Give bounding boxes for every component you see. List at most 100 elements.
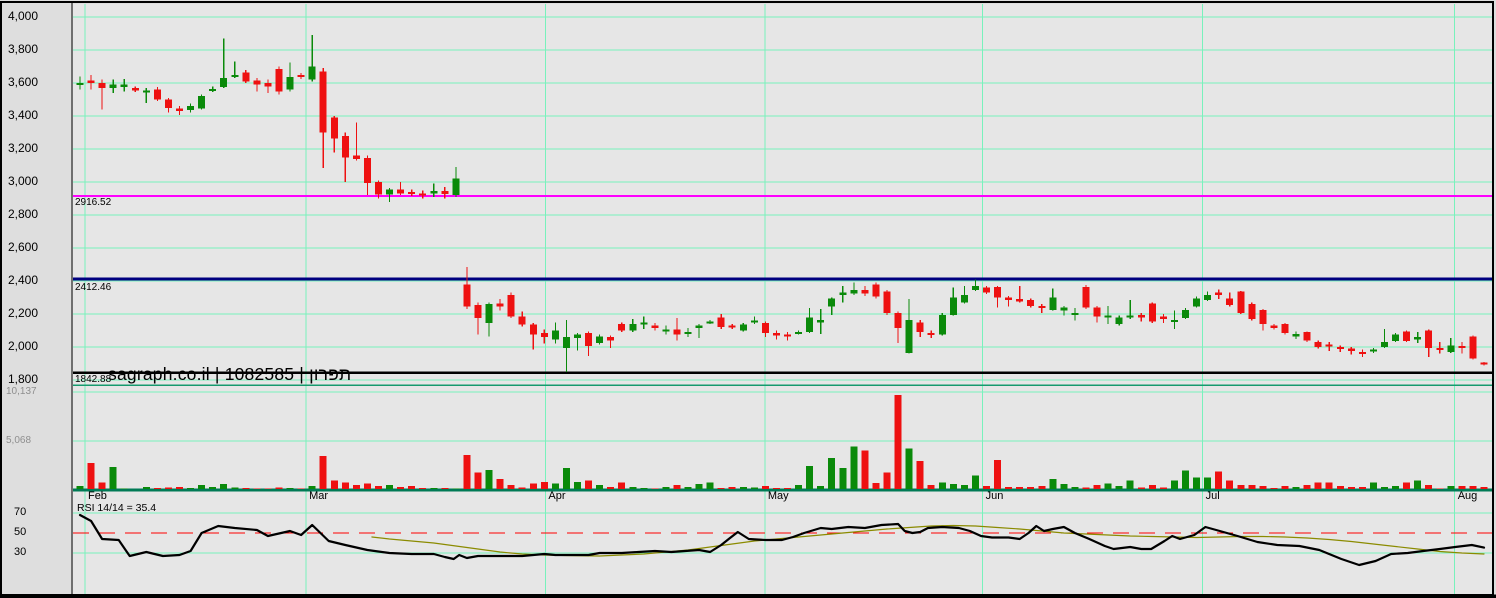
volume-bar [1480, 486, 1488, 489]
candle-body [1480, 362, 1488, 365]
candle-body [363, 158, 371, 183]
hline-value-label-2412: 2412.46 [75, 282, 112, 293]
volume-bar [994, 460, 1002, 489]
volume-bar [1270, 488, 1278, 489]
candle-body [275, 68, 283, 92]
candle-body [551, 330, 559, 340]
candle-body [1325, 344, 1333, 347]
volume-bar [286, 488, 294, 489]
candle-body [220, 78, 228, 88]
volume-bar [1469, 486, 1477, 489]
candle-body [662, 329, 670, 332]
price-axis-label-1: 3,800 [8, 42, 39, 56]
volume-bar [1392, 486, 1400, 489]
candle-body [131, 87, 139, 91]
volume-bar [1314, 482, 1322, 489]
volume-bar [518, 487, 526, 489]
volume-bar [1226, 480, 1234, 489]
candle-body [242, 72, 250, 82]
candle-body [1060, 307, 1068, 311]
volume-bar [629, 486, 637, 489]
candle-body [684, 332, 692, 335]
candle-body [540, 332, 548, 338]
volume-bar [1281, 486, 1289, 489]
volume-bar [87, 462, 95, 489]
volume-bar [695, 484, 703, 489]
candle-body [1358, 351, 1366, 354]
volume-axis-label-0: 10,137 [6, 385, 37, 397]
volume-bar [1082, 487, 1090, 489]
volume-axis-label-1: 5,068 [6, 435, 32, 446]
candle-body [1414, 337, 1422, 340]
volume-bar [1436, 488, 1444, 489]
candle-body [607, 337, 615, 341]
candle-body [308, 66, 316, 80]
candle-body [1347, 348, 1355, 352]
volume-bar [806, 465, 814, 489]
price-axis-label-0: 4,000 [8, 9, 39, 23]
volume-bar [529, 483, 537, 489]
volume-bar [1369, 482, 1377, 489]
month-label-jun: Jun [985, 490, 1004, 502]
volume-bar [1038, 486, 1046, 489]
volume-bar [905, 448, 913, 489]
candle-body [341, 135, 349, 158]
candle-body [828, 298, 836, 307]
price-axis-label-10: 2,000 [8, 339, 39, 353]
volume-bar [983, 486, 991, 489]
price-axis-label-3: 3,400 [8, 108, 39, 122]
candle-body [806, 317, 814, 333]
candle-body [1148, 303, 1156, 322]
candle-body [562, 337, 570, 348]
candle-body [1259, 309, 1267, 324]
candle-body [474, 304, 482, 319]
month-label-may: May [767, 490, 789, 502]
price-axis-label-6: 2,800 [8, 207, 39, 221]
volume-bar [673, 485, 681, 489]
candle-body [949, 297, 957, 315]
candle-body [772, 332, 780, 336]
candle-body [1248, 304, 1256, 319]
volume-bar [1071, 486, 1079, 489]
candle-body [507, 295, 515, 317]
candle-body [1226, 298, 1234, 305]
volume-bar [98, 482, 106, 489]
volume-bar [1380, 486, 1388, 489]
volume-bar [1458, 486, 1466, 489]
volume-bar [1292, 486, 1300, 489]
candle-body [960, 295, 968, 303]
volume-bar [374, 486, 382, 489]
volume-bar [839, 467, 847, 489]
candle-body [1281, 323, 1289, 333]
candle-body [253, 80, 261, 85]
candle-body [1303, 332, 1311, 341]
candle-body [408, 191, 416, 194]
volume-bar [1336, 486, 1344, 489]
volume-bar [761, 486, 769, 489]
candle-body [629, 323, 637, 331]
volume-bar [1447, 486, 1455, 489]
candle-body [872, 284, 880, 297]
month-label-apr: Apr [548, 490, 566, 502]
candle-body [983, 287, 991, 293]
candle-body [1082, 286, 1090, 308]
candle-body [1193, 298, 1201, 307]
volume-bar [419, 488, 427, 489]
candle-body [1038, 305, 1046, 308]
volume-bar [861, 450, 869, 489]
candle-body [1093, 307, 1101, 317]
candle-body [1436, 347, 1444, 350]
volume-bar [573, 481, 581, 489]
volume-bar [153, 488, 161, 489]
candle-body [739, 324, 747, 331]
volume-bar [330, 480, 338, 489]
volume-bar [386, 485, 394, 489]
volume-bar [596, 485, 604, 489]
volume-bar [76, 486, 84, 489]
volume-bar [142, 487, 150, 489]
volume-bar [540, 481, 548, 489]
candle-body [1071, 313, 1079, 316]
candle-body [1215, 292, 1223, 296]
candle-body [1049, 297, 1057, 310]
volume-bar [739, 486, 747, 489]
